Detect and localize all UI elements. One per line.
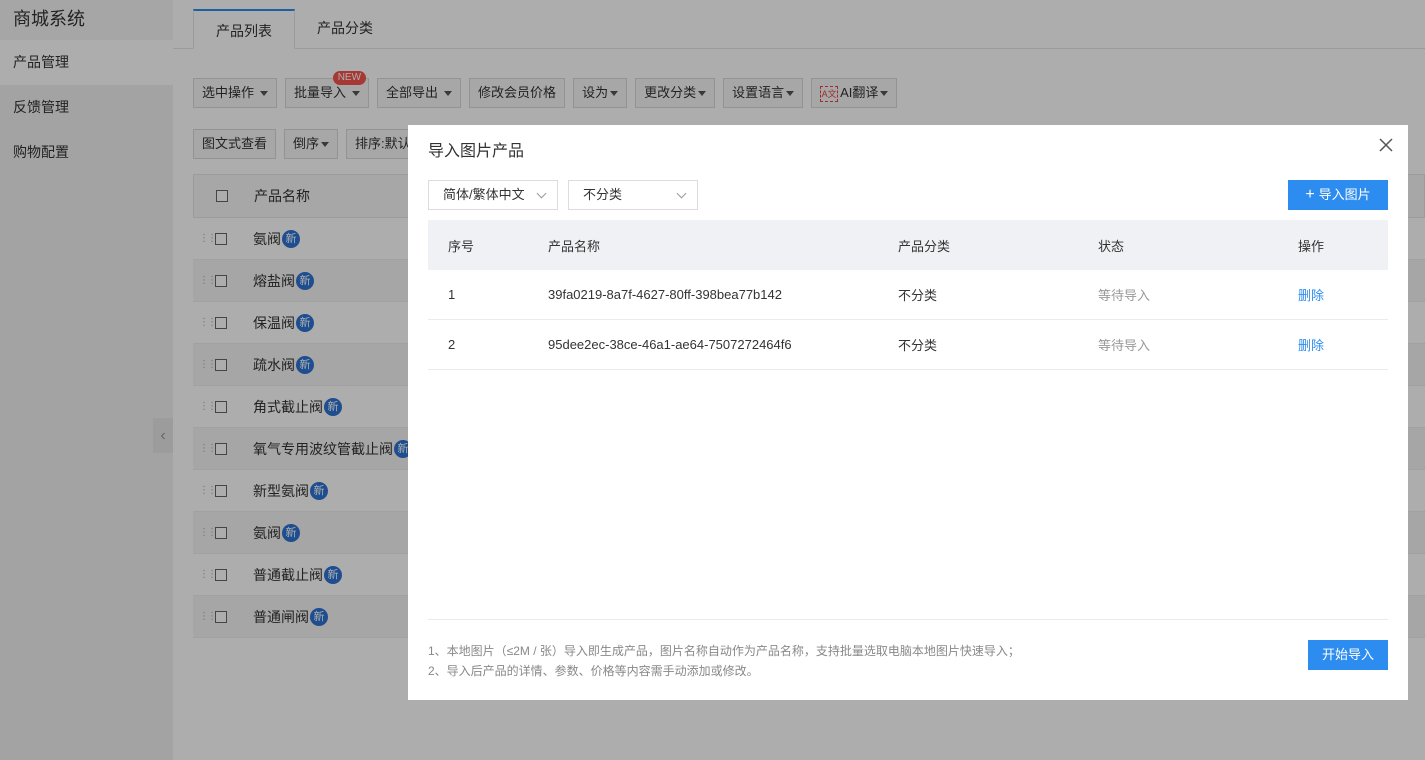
footer-divider — [428, 619, 1388, 620]
delete-link[interactable]: 删除 — [1298, 335, 1388, 354]
row-category: 不分类 — [898, 338, 938, 353]
row-name: 39fa0219-8a7f-4627-80ff-398bea77b142 — [548, 287, 782, 302]
chevron-down-icon — [536, 188, 547, 199]
start-import-button[interactable]: 开始导入 — [1308, 640, 1388, 670]
row-status: 等待导入 — [1098, 338, 1151, 353]
note-line: 2、导入后产品的详情、参数、价格等内容需手动添加或修改。 — [428, 664, 759, 678]
column-header-status: 状态 — [1098, 238, 1125, 254]
language-select[interactable]: 简体/繁体中文 — [428, 180, 558, 210]
chevron-down-icon — [676, 188, 687, 199]
column-header-name: 产品名称 — [548, 238, 601, 254]
plus-icon: + — [1305, 186, 1315, 203]
close-icon[interactable] — [1378, 137, 1394, 153]
import-image-button[interactable]: + 导入图片 — [1288, 180, 1388, 210]
language-select-value: 简体/繁体中文 — [443, 187, 525, 202]
column-header-index: 序号 — [448, 238, 475, 254]
row-name: 95dee2ec-38ce-46a1-ae64-7507272464f6 — [548, 337, 792, 352]
table-row: 1 39fa0219-8a7f-4627-80ff-398bea77b142 不… — [428, 270, 1388, 320]
category-select-value: 不分类 — [583, 187, 623, 202]
row-index: 1 — [448, 287, 456, 302]
delete-link[interactable]: 删除 — [1298, 285, 1388, 304]
modal-title: 导入图片产品 — [428, 143, 525, 160]
import-image-label: 导入图片 — [1318, 187, 1371, 202]
row-category: 不分类 — [898, 288, 938, 303]
note-line: 1、本地图片（≤2M / 张）导入即生成产品，图片名称自动作为产品名称，支持批量… — [428, 644, 1020, 658]
table-row: 2 95dee2ec-38ce-46a1-ae64-7507272464f6 不… — [428, 320, 1388, 370]
row-status: 等待导入 — [1098, 288, 1151, 303]
category-select[interactable]: 不分类 — [568, 180, 698, 210]
import-image-modal: 导入图片产品 简体/繁体中文 不分类 + 导入图片 序号 产品名称 产品分类 状态… — [408, 125, 1408, 700]
row-index: 2 — [448, 337, 456, 352]
import-table-header: 序号 产品名称 产品分类 状态 操作 — [428, 220, 1388, 270]
column-header-category: 产品分类 — [898, 238, 951, 254]
import-notes: 1、本地图片（≤2M / 张）导入即生成产品，图片名称自动作为产品名称，支持批量… — [428, 641, 1020, 681]
column-header-action: 操作 — [1298, 238, 1325, 254]
import-table: 序号 产品名称 产品分类 状态 操作 1 39fa0219-8a7f-4627-… — [428, 220, 1388, 370]
